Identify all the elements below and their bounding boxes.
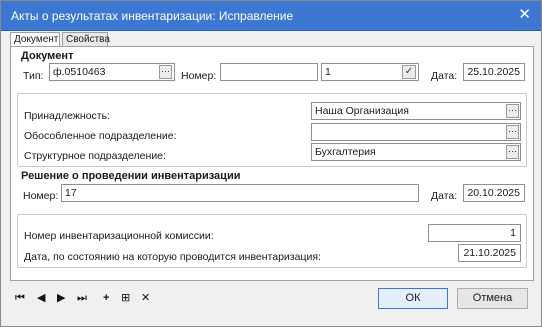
add-copy-icon[interactable]: ⊞ — [121, 291, 130, 305]
decision-section-title: Решение о проведении инвентаризации — [21, 170, 241, 182]
delete-icon[interactable]: ✕ — [141, 291, 150, 305]
last-record-icon[interactable]: ⏭ — [77, 291, 87, 305]
commission-group: Номер инвентаризационной комиссии: 1 Дат… — [17, 214, 527, 268]
decision-date-label: Дата: — [431, 190, 458, 202]
dialog-window: Акты о результатах инвентаризации: Испра… — [0, 0, 542, 327]
date-label: Дата: — [431, 70, 458, 82]
org-label: Принадлежность: — [24, 110, 110, 122]
type-field[interactable]: ф.0510463 — [49, 63, 175, 81]
close-icon[interactable]: ✕ — [518, 6, 531, 24]
type-select-button[interactable]: ··· — [159, 65, 172, 79]
title-bar: Акты о результатах инвентаризации: Испра… — [1, 1, 541, 31]
window-title: Акты о результатах инвентаризации: Испра… — [11, 9, 294, 23]
prev-record-icon[interactable]: ◀ — [37, 291, 45, 305]
decision-date-field[interactable]: 20.10.2025 — [463, 184, 525, 202]
add-icon[interactable]: + — [103, 291, 109, 305]
structural-unit-field[interactable]: Бухгалтерия — [311, 143, 521, 161]
decision-number-label: Номер: — [23, 190, 59, 202]
next-record-icon[interactable]: ▶ — [57, 291, 65, 305]
separate-unit-select-button[interactable]: ··· — [506, 125, 519, 139]
separate-unit-label: Обособленное подразделение: — [24, 130, 177, 142]
structural-unit-select-button[interactable]: ··· — [506, 145, 519, 159]
org-field[interactable]: Наша Организация — [311, 102, 521, 120]
number-prefix-field[interactable] — [220, 63, 318, 81]
document-section-title: Документ — [21, 50, 74, 62]
org-select-button[interactable]: ··· — [506, 104, 519, 118]
state-date-label: Дата, по состоянию на которую проводится… — [24, 251, 321, 263]
type-label: Тип: — [23, 70, 44, 82]
number-label: Номер: — [181, 70, 217, 82]
belonging-group: Принадлежность: Наша Организация ··· Обо… — [17, 93, 527, 167]
commission-number-label: Номер инвентаризационной комиссии: — [24, 230, 214, 242]
first-record-icon[interactable]: ⏮ — [15, 291, 25, 305]
commission-number-field[interactable]: 1 — [428, 224, 521, 242]
tab-document[interactable]: Документ — [10, 32, 60, 47]
date-field[interactable]: 25.10.2025 — [463, 63, 525, 81]
cancel-button[interactable]: Отмена — [457, 288, 528, 309]
ok-button[interactable]: ОК — [378, 288, 448, 309]
state-date-field[interactable]: 21.10.2025 — [458, 244, 521, 262]
tab-panel: Документ Тип: ф.0510463 ··· Номер: 1 ✓ Д… — [10, 46, 534, 281]
tab-properties[interactable]: Свойства — [62, 32, 110, 46]
number-check-button[interactable]: ✓ — [402, 65, 416, 79]
separate-unit-field[interactable] — [311, 123, 521, 141]
structural-unit-label: Структурное подразделение: — [24, 150, 166, 162]
decision-number-field[interactable]: 17 — [61, 184, 419, 202]
